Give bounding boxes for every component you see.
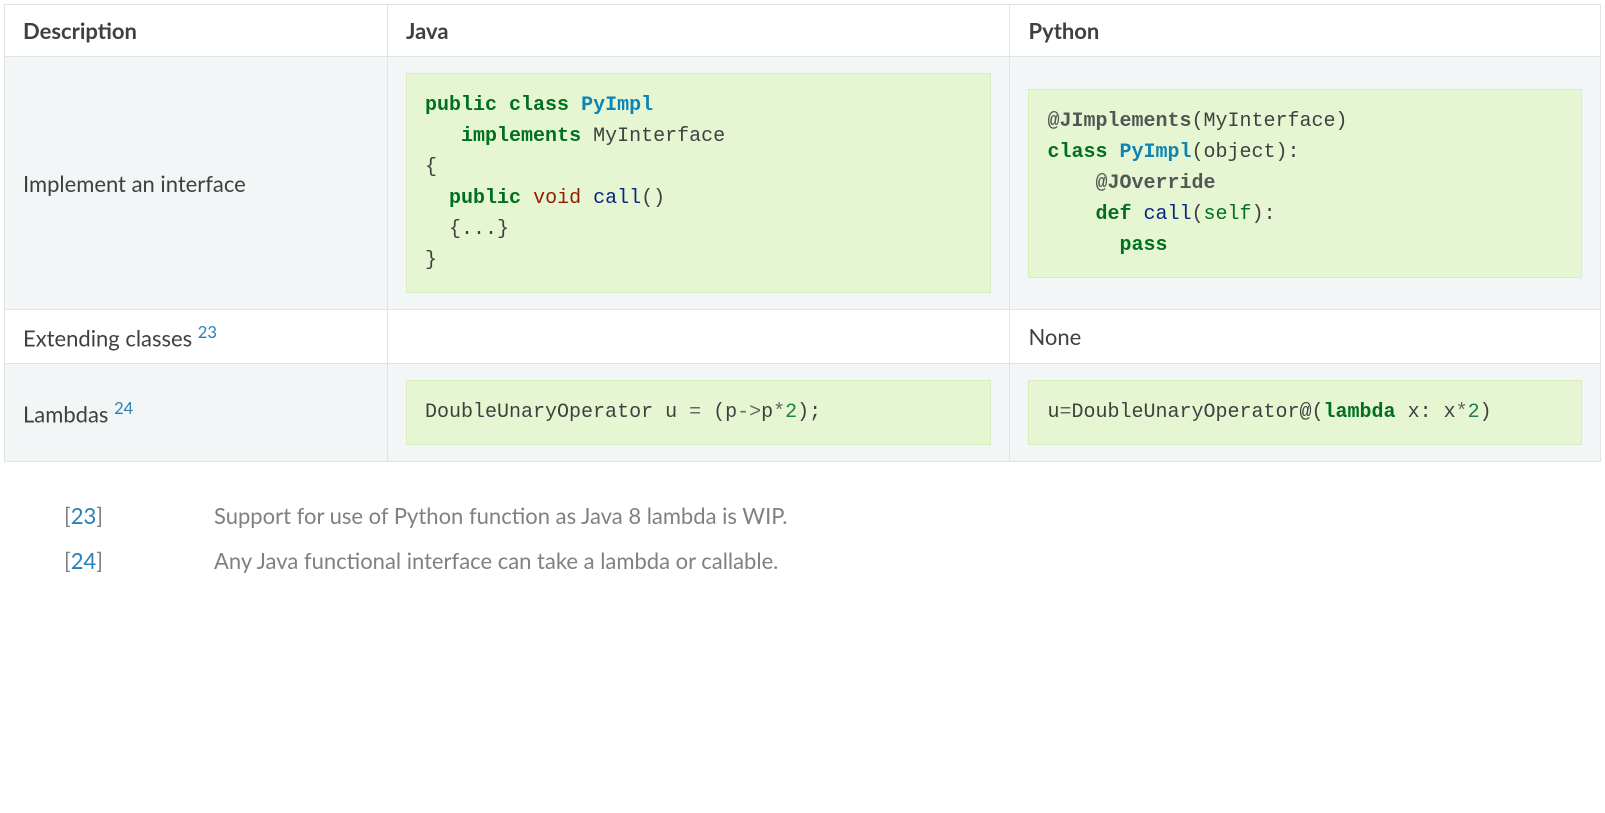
- java-code-block: DoubleUnaryOperator u = (p->p*2);: [406, 380, 991, 445]
- footnote-24: [24] Any Java functional interface can t…: [64, 547, 1264, 574]
- java-code-block: public class PyImpl implements MyInterfa…: [406, 73, 991, 293]
- cell-python: None: [1010, 310, 1601, 364]
- python-code-block: u=DoubleUnaryOperator@(lambda x: x*2): [1028, 380, 1582, 445]
- cell-description: Lambdas 24: [5, 364, 388, 462]
- cell-python: @JImplements(MyInterface) class PyImpl(o…: [1010, 57, 1601, 310]
- footnotes: [23] Support for use of Python function …: [64, 502, 1264, 574]
- table-row: Lambdas 24 DoubleUnaryOperator u = (p->p…: [5, 364, 1601, 462]
- cell-description: Extending classes 23: [5, 310, 388, 364]
- footnote-ref-24[interactable]: 24: [114, 398, 133, 418]
- header-python: Python: [1010, 5, 1601, 57]
- footnote-ref-23[interactable]: 23: [198, 322, 217, 342]
- footnote-backref-24[interactable]: 24: [71, 547, 97, 574]
- footnote-text: Support for use of Python function as Ja…: [214, 502, 1264, 529]
- python-code-block: @JImplements(MyInterface) class PyImpl(o…: [1028, 89, 1582, 278]
- cell-java: [388, 310, 1010, 364]
- table-header-row: Description Java Python: [5, 5, 1601, 57]
- comparison-table: Description Java Python Implement an int…: [4, 4, 1601, 462]
- cell-java: public class PyImpl implements MyInterfa…: [388, 57, 1010, 310]
- header-description: Description: [5, 5, 388, 57]
- cell-java: DoubleUnaryOperator u = (p->p*2);: [388, 364, 1010, 462]
- footnote-backref-23[interactable]: 23: [71, 502, 97, 529]
- footnote-23: [23] Support for use of Python function …: [64, 502, 1264, 529]
- table-row: Extending classes 23 None: [5, 310, 1601, 364]
- footnote-label: [24]: [64, 547, 214, 574]
- cell-python: u=DoubleUnaryOperator@(lambda x: x*2): [1010, 364, 1601, 462]
- footnote-text: Any Java functional interface can take a…: [214, 547, 1264, 574]
- table-row: Implement an interface public class PyIm…: [5, 57, 1601, 310]
- cell-description: Implement an interface: [5, 57, 388, 310]
- header-java: Java: [388, 5, 1010, 57]
- footnote-label: [23]: [64, 502, 214, 529]
